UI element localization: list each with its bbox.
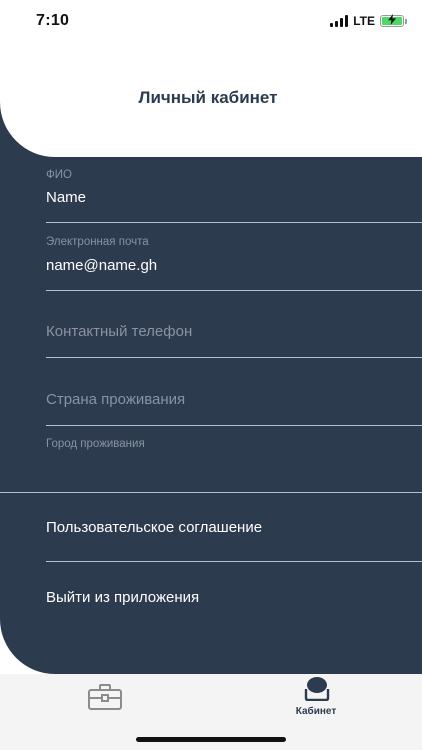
country-field[interactable]: Страна проживания [46, 358, 422, 426]
signal-icon [330, 15, 349, 27]
menu-divider [46, 561, 422, 562]
full-name-value: Name [46, 189, 87, 206]
email-field[interactable]: Электронная почта name@name.gh [46, 223, 422, 291]
email-value: name@name.gh [46, 257, 158, 274]
status-time: 7:10 [36, 12, 70, 29]
home-indicator [136, 737, 286, 742]
tab-cabinet[interactable]: Кабинет [256, 674, 376, 724]
section-divider [0, 492, 422, 493]
status-bar: 7:10 LTE [0, 0, 422, 44]
battery-icon [380, 14, 407, 27]
city-field[interactable]: Город проживания [46, 426, 422, 492]
email-label: Электронная почта [46, 236, 149, 248]
city-label: Город проживания [46, 438, 145, 450]
phone-field[interactable]: Контактный телефон [46, 291, 422, 358]
network-type: LTE [353, 14, 375, 28]
tab-cabinet-label: Кабинет [295, 706, 337, 717]
status-indicators: LTE [330, 14, 407, 28]
logout-link[interactable]: Выйти из приложения [46, 589, 199, 606]
user-agreement-link[interactable]: Пользовательское соглашение [46, 519, 262, 536]
page-title: Личный кабинет [138, 88, 278, 107]
country-placeholder: Страна проживания [46, 391, 186, 408]
phone-placeholder: Контактный телефон [46, 323, 193, 340]
full-name-field[interactable]: ФИО Name [46, 165, 422, 223]
tab-services[interactable] [45, 674, 165, 724]
cabinet-icon [304, 677, 330, 701]
briefcase-icon [88, 684, 122, 710]
charging-bolt-icon [388, 14, 396, 25]
full-name-label: ФИО [46, 169, 72, 181]
